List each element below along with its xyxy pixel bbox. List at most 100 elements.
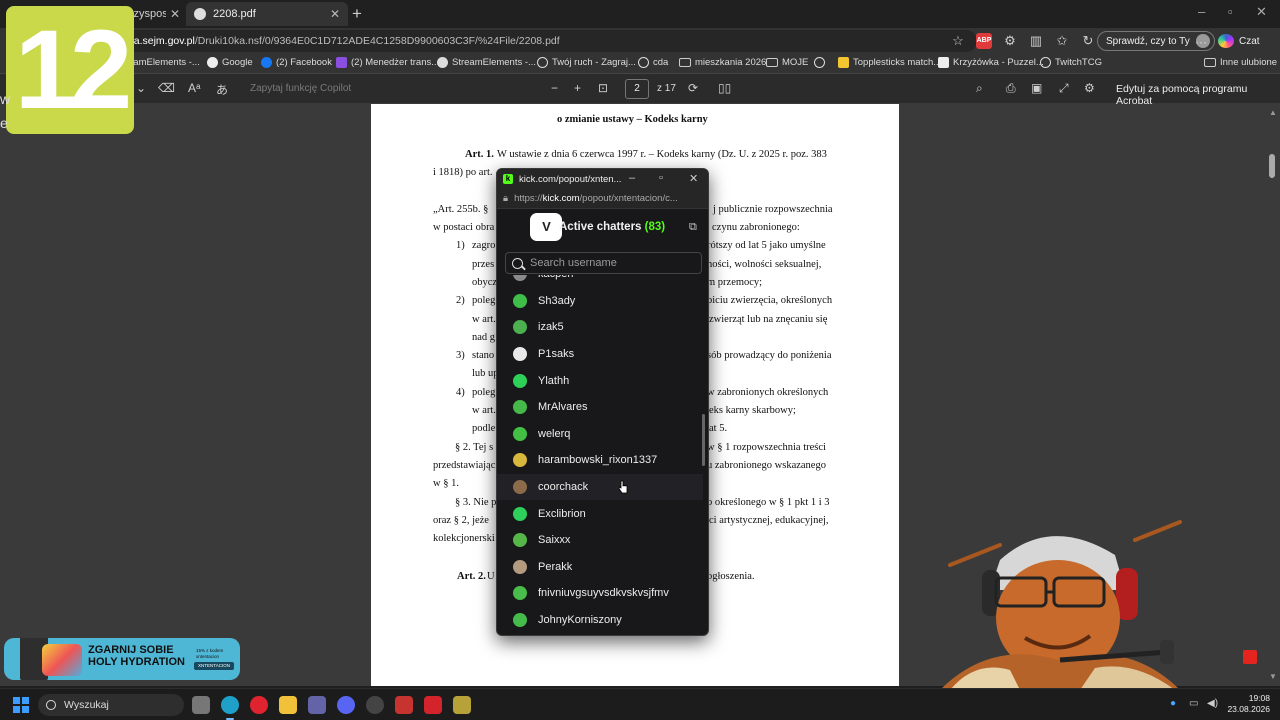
- chatter-row[interactable]: Perakk: [497, 554, 703, 581]
- username-search[interactable]: [505, 252, 702, 274]
- chatter-row[interactable]: harambowski_rixon1337: [497, 447, 703, 474]
- discord-icon[interactable]: [337, 696, 355, 714]
- chatter-avatar: [513, 559, 527, 574]
- chatter-row[interactable]: Exclibrion: [497, 500, 703, 527]
- bookmark-item[interactable]: eamElements -...: [128, 57, 200, 68]
- tab-active[interactable]: 2208.pdf ✕: [186, 2, 348, 26]
- bookmark-item[interactable]: Krzyżówka - Puzzel...: [938, 57, 1044, 68]
- bookmark-item[interactable]: Twój ruch - Zagraj...: [537, 57, 636, 68]
- extensions-icon[interactable]: ⚙: [1002, 33, 1018, 49]
- chatter-row[interactable]: Ylathh: [497, 367, 703, 394]
- chevron-down-icon[interactable]: ⌄: [136, 81, 146, 95]
- volume-icon[interactable]: ◀): [1207, 698, 1218, 709]
- scroll-down-icon[interactable]: ▼: [1269, 672, 1277, 681]
- settings-icon[interactable]: ⚙: [1084, 81, 1095, 95]
- adblock-icon[interactable]: ABP: [976, 33, 992, 49]
- favorites-icon[interactable]: ✩: [1054, 33, 1070, 49]
- file-explorer-icon[interactable]: [279, 696, 297, 714]
- collapse-icon[interactable]: ⧉: [689, 221, 697, 234]
- taskbar-search[interactable]: Wyszukaj: [38, 694, 184, 716]
- fullscreen-icon[interactable]: ⤢: [1059, 81, 1069, 96]
- app-icon[interactable]: [395, 696, 413, 714]
- chatter-row[interactable]: Sh3ady: [497, 288, 703, 315]
- history-icon[interactable]: ↻: [1080, 33, 1096, 49]
- zoom-in-icon[interactable]: +: [574, 81, 581, 95]
- streamelements-icon: [437, 57, 448, 68]
- promo-art-image: [42, 644, 82, 676]
- chatters-list[interactable]: kacperr Sh3ady izak5 P1saks Ylathh MrAlvares w…: [497, 275, 703, 635]
- close-icon[interactable]: ✕: [330, 7, 340, 21]
- scrollbar[interactable]: ▲ ▼: [1266, 104, 1280, 686]
- chatter-name: Saixxx: [538, 534, 571, 547]
- maximize-icon[interactable]: ▫: [659, 172, 663, 184]
- star-icon[interactable]: ☆: [950, 33, 966, 49]
- bookmark-item[interactable]: cda: [638, 57, 668, 68]
- split-screen-icon[interactable]: ▥: [1028, 33, 1044, 49]
- app-icon[interactable]: [453, 696, 471, 714]
- chatter-row[interactable]: JohnyKorniszony: [497, 607, 703, 634]
- chatter-avatar: [513, 480, 527, 495]
- list-scrollbar[interactable]: [702, 414, 705, 466]
- chatter-row[interactable]: izak5: [497, 314, 703, 341]
- bookmark-item[interactable]: [814, 57, 825, 68]
- popout-url-bar[interactable]: 🔒︎ https://kick.com/popout/xntentacion/c…: [497, 189, 708, 209]
- bookmark-item[interactable]: StreamElements -...: [437, 57, 536, 68]
- new-tab-button[interactable]: +: [352, 4, 362, 24]
- eraser-icon[interactable]: ⌫: [158, 81, 175, 95]
- close-icon[interactable]: ✕: [170, 7, 180, 21]
- doc-line: U: [487, 571, 495, 582]
- rotate-icon[interactable]: ⟳: [688, 81, 698, 95]
- search-icon[interactable]: ⌕: [976, 81, 983, 96]
- bookmark-item[interactable]: TwitchTCG: [1040, 57, 1102, 68]
- app-icon[interactable]: [424, 696, 442, 714]
- close-icon[interactable]: ✕: [689, 172, 698, 185]
- address-bar[interactable]: rka.sejm.gov.pl /Druki10ka.nsf/0/9364E0C…: [115, 30, 977, 52]
- minimize-icon[interactable]: –: [1198, 4, 1205, 19]
- scroll-thumb[interactable]: [1269, 154, 1275, 178]
- page-number-input[interactable]: 2: [625, 79, 649, 99]
- chatter-row[interactable]: fnivniuvgsuyvsdkvskvsjfmv: [497, 580, 703, 607]
- chatter-row[interactable]: P1saks: [497, 341, 703, 368]
- bookmark-item[interactable]: (2) Facebook: [261, 57, 332, 68]
- read-aloud-icon[interactable]: Aᵃ: [188, 81, 200, 95]
- fit-page-icon[interactable]: ⊡: [598, 81, 608, 95]
- acrobat-icon[interactable]: [1243, 650, 1257, 664]
- bookmarks-bar: eamElements -... Google (2) Facebook (2)…: [0, 54, 1280, 74]
- system-clock[interactable]: 19:08 23.08.2026: [1226, 693, 1270, 715]
- bookmark-folder[interactable]: MOJE: [766, 57, 808, 68]
- opera-icon[interactable]: [250, 696, 268, 714]
- translate-icon[interactable]: あ: [216, 81, 228, 98]
- maximize-icon[interactable]: ▫: [1228, 4, 1233, 19]
- bookmark-item[interactable]: Topplesticks match...: [838, 57, 941, 68]
- scroll-up-icon[interactable]: ▲: [1269, 108, 1277, 117]
- minimize-icon[interactable]: –: [629, 172, 635, 184]
- bookmark-folder[interactable]: mieszkania 2026: [679, 57, 766, 68]
- edge-icon[interactable]: [221, 696, 239, 720]
- print-icon[interactable]: ⎙: [1006, 81, 1016, 96]
- windows-start-icon[interactable]: [13, 697, 29, 713]
- obs-icon[interactable]: [366, 696, 384, 714]
- bookmark-item[interactable]: Google: [207, 57, 253, 68]
- close-window-icon[interactable]: ✕: [1256, 4, 1267, 20]
- doc-line: nad g: [472, 332, 496, 343]
- task-view-icon[interactable]: [192, 696, 210, 714]
- page-view-icon[interactable]: ▯▯: [718, 81, 731, 95]
- chatter-avatar: [513, 426, 527, 441]
- search-input[interactable]: [530, 257, 690, 269]
- taskbar-search-label: Wyszukaj: [64, 699, 109, 711]
- more-icon[interactable]: ···: [1195, 35, 1207, 49]
- chatter-row[interactable]: kacperr: [497, 275, 703, 288]
- mic-icon[interactable]: ●: [1170, 698, 1176, 709]
- bookmark-item[interactable]: (2) Menedżer trans...: [336, 57, 439, 68]
- chatter-row[interactable]: Saixxx: [497, 527, 703, 554]
- chatter-row[interactable]: coorchack: [497, 473, 703, 501]
- display-icon[interactable]: ▭: [1189, 698, 1198, 709]
- save-icon[interactable]: ▣: [1031, 81, 1042, 95]
- zoom-out-icon[interactable]: −: [551, 81, 558, 95]
- copilot-button[interactable]: Czat: [1218, 34, 1260, 48]
- ask-copilot-button[interactable]: Zapytaj funkcję Copilot: [250, 83, 351, 94]
- other-favorites[interactable]: Inne ulubione: [1204, 57, 1277, 68]
- chatter-row[interactable]: welerq: [497, 421, 703, 448]
- chatter-row[interactable]: MrAlvares: [497, 394, 703, 421]
- teams-icon[interactable]: [308, 696, 326, 714]
